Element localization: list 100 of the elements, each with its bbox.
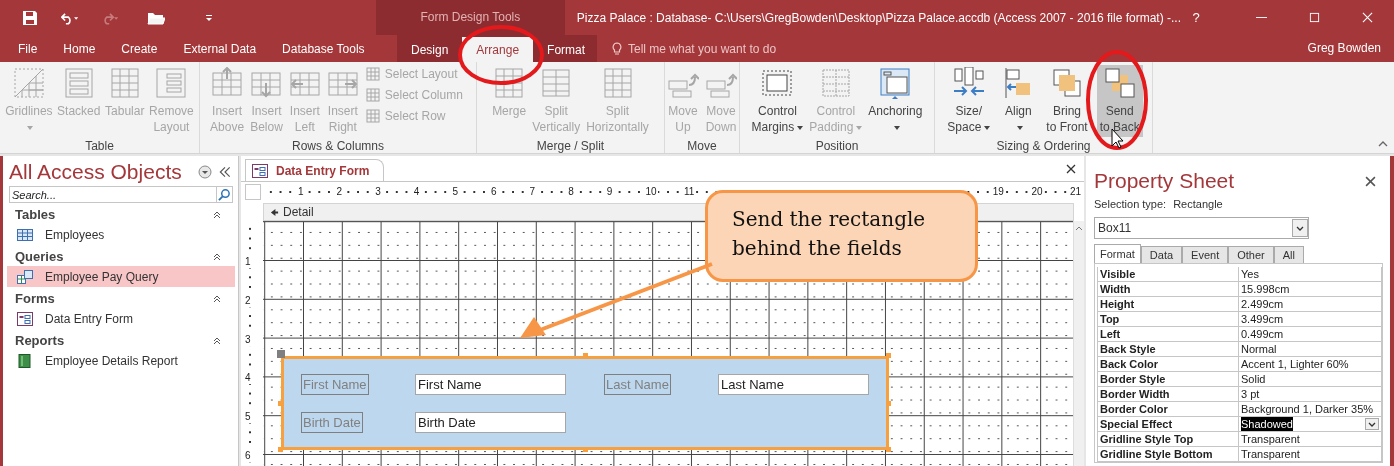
table-grid-icon [365, 109, 380, 123]
ribbon-button[interactable]: Send to Back [1096, 65, 1143, 137]
rectangle-control[interactable]: First Name First Name Last Name Last Name Birth Date Birth Date [281, 356, 889, 450]
nav-item[interactable]: Employee Pay Query [7, 266, 235, 287]
vertical-scrollbar[interactable] [1073, 221, 1084, 466]
property-value[interactable]: 2.499cm [1239, 297, 1382, 312]
split-rows-icon [601, 67, 634, 99]
dashed-grid-icon [819, 67, 852, 99]
property-value[interactable]: Shadowed [1239, 417, 1382, 432]
ribbon-tab[interactable]: Home [50, 35, 109, 62]
collapse-ribbon-icon[interactable] [1378, 141, 1388, 147]
text-box[interactable]: Birth Date [415, 412, 566, 433]
nav-group-header[interactable]: Forms [15, 291, 213, 306]
ribbon-tab[interactable]: Format [533, 37, 600, 62]
nav-item[interactable]: Employees [7, 224, 235, 245]
caret-icon [797, 125, 804, 130]
nav-item[interactable]: Data Entry Form [7, 308, 235, 329]
overlapping-squares-icon [1051, 67, 1083, 99]
window-title: Pizza Palace : Database- C:\Users\GregBowden\Desktop\Pizza Palace.accdb (Access 2007 - 2016 file format) -... [575, 10, 1181, 25]
close-icon[interactable] [1365, 175, 1376, 187]
ribbon-tab[interactable]: Create [108, 35, 171, 62]
maximize-icon[interactable] [1309, 12, 1320, 23]
property-name: Top [1097, 312, 1239, 327]
ribbon-button[interactable]: Anchoring [865, 65, 926, 137]
ribbon-tab[interactable]: Database Tools [269, 35, 378, 62]
ribbon-button[interactable]: Size/ Space [944, 65, 994, 137]
help-button[interactable]: ? [1181, 10, 1211, 25]
nav-group-header[interactable]: Tables [15, 207, 213, 222]
document-tab[interactable]: Data Entry Form [245, 159, 385, 181]
property-name: Border Style [1097, 372, 1239, 387]
scroll-up-icon[interactable] [1075, 225, 1083, 231]
form-icon [252, 163, 268, 178]
overlapping-squares-icon [1103, 67, 1136, 99]
object-dropdown[interactable]: Box11 [1094, 217, 1309, 239]
ribbon-tab[interactable]: Design [397, 37, 463, 62]
ruler-number: 2 [335, 185, 344, 198]
save-icon[interactable] [21, 9, 39, 26]
resize-handle[interactable] [886, 353, 891, 358]
close-icon[interactable] [1066, 164, 1076, 174]
ruler-number: 4 [245, 372, 251, 385]
ribbon-tab[interactable]: External Data [170, 35, 270, 62]
property-value[interactable]: 0.499cm [1239, 327, 1382, 342]
ruler-number: 4 [412, 185, 421, 198]
resize-handle[interactable] [583, 353, 588, 358]
collapse-group-icon[interactable] [213, 210, 221, 219]
selection-type-label: Selection type: [1094, 198, 1167, 210]
move-handle[interactable] [277, 350, 285, 358]
property-sheet-title: Property Sheet [1094, 169, 1236, 193]
ruler-number: 9 [605, 185, 614, 198]
nav-group-header[interactable]: Queries [15, 249, 213, 264]
text-box[interactable]: First Name [415, 374, 566, 395]
text-box[interactable]: Last Name [718, 374, 869, 395]
property-tab[interactable]: Other [1228, 246, 1274, 263]
table-grid-icon [365, 88, 380, 102]
nav-group-header[interactable]: Reports [15, 333, 213, 348]
tell-me-field[interactable]: Tell me what you want to do [628, 35, 878, 62]
property-value[interactable]: Yes [1239, 267, 1382, 282]
dashed-box-icon [761, 67, 794, 99]
property-value[interactable]: Accent 1, Lighter 60% [1239, 357, 1382, 372]
form-icon [17, 311, 33, 326]
property-value[interactable]: 3.499cm [1239, 312, 1382, 327]
caret-icon [1016, 125, 1023, 130]
property-tab[interactable]: Event [1182, 246, 1229, 263]
property-value[interactable]: Transparent [1239, 447, 1382, 462]
user-name: Greg Bowden [1307, 40, 1382, 57]
property-name: Width [1097, 282, 1239, 297]
nav-item[interactable]: Employee Details Report [7, 350, 235, 371]
property-value[interactable]: Transparent [1239, 432, 1382, 447]
collapse-group-icon[interactable] [213, 252, 221, 261]
collapse-pane-icon[interactable] [218, 165, 232, 179]
stacked-layout-icon [62, 67, 95, 99]
ribbon-tab[interactable]: File [5, 35, 51, 62]
property-tab[interactable]: Data [1140, 246, 1183, 263]
property-tab[interactable]: All [1273, 246, 1304, 263]
property-value[interactable]: 15.998cm [1239, 282, 1382, 297]
ribbon-button[interactable]: Control Margins [748, 65, 807, 137]
property-value[interactable]: Normal [1239, 342, 1382, 357]
ruler-number: 21 [1069, 185, 1083, 198]
search-icon[interactable] [217, 186, 233, 203]
search-field[interactable]: Search... [9, 186, 217, 203]
table-grid-icon [108, 67, 141, 99]
section-arrow-icon [270, 207, 279, 217]
customize-caret-icon[interactable] [205, 13, 213, 22]
ribbon-tab[interactable]: Arrange [462, 37, 534, 62]
property-name: Back Style [1097, 342, 1239, 357]
caret-icon [893, 125, 900, 130]
resize-handle[interactable] [278, 447, 283, 452]
ribbon-button[interactable]: Align [999, 65, 1038, 137]
collapse-group-icon[interactable] [213, 294, 221, 303]
property-value[interactable]: Solid [1239, 372, 1382, 387]
property-tab[interactable]: Format [1094, 244, 1141, 263]
resize-handle[interactable] [278, 401, 283, 406]
property-name: Special Effect [1097, 417, 1239, 432]
dropdown-circle-icon[interactable] [198, 165, 212, 179]
property-value[interactable]: 3 pt [1239, 387, 1382, 402]
ribbon-button[interactable]: Bring to Front [1043, 65, 1091, 137]
ruler-number: 1 [245, 256, 251, 268]
property-name: Gridline Style Bottom [1097, 447, 1239, 462]
collapse-group-icon[interactable] [213, 336, 221, 345]
ruler-number: 1 [297, 185, 305, 198]
